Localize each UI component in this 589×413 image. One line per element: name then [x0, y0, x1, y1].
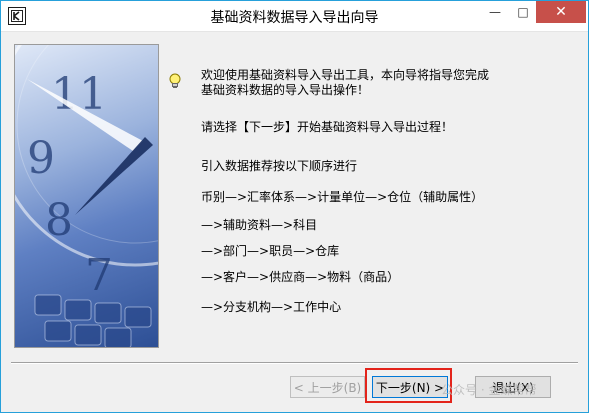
maximize-icon: □: [517, 5, 529, 19]
welcome-text-line2: 基础资料数据的导入导出操作！: [201, 83, 370, 97]
order-step-3: —>部门—>职员—>仓库: [201, 244, 340, 258]
order-step-2: —>辅助资料—>科目: [201, 218, 318, 232]
button-separator: [11, 362, 578, 364]
minimize-button[interactable]: —: [482, 1, 508, 23]
wizard-content: 11 9 8 7 欢迎使用基础资料导入导出工具，本向导将指导您完成 基础资料数据…: [2, 32, 587, 352]
minimize-icon: —: [489, 5, 501, 19]
order-step-1: 币别—>汇率体系—>计量单位—>仓位（辅助属性）: [201, 190, 484, 204]
title-bar[interactable]: 基础资料数据导入导出向导 — □ ✕: [1, 1, 588, 32]
welcome-text-line1: 欢迎使用基础资料导入导出工具，本向导将指导您完成: [201, 68, 490, 82]
clock-keyboard-image: 11 9 8 7: [14, 44, 159, 348]
close-button[interactable]: ✕: [536, 1, 586, 23]
prev-button[interactable]: < 上一步(B): [290, 376, 365, 398]
svg-text:9: 9: [27, 133, 55, 184]
maximize-button[interactable]: □: [510, 1, 536, 23]
svg-text:7: 7: [85, 250, 113, 301]
order-step-5: —>分支机构—>工作中心: [201, 300, 342, 314]
close-icon: ✕: [555, 4, 567, 20]
svg-text:8: 8: [45, 195, 73, 246]
wizard-window: 基础资料数据导入导出向导 — □ ✕ 11 9 8 7 欢迎使用基础资料导入导出…: [0, 0, 589, 413]
order-intro-text: 引入数据推荐按以下顺序进行: [201, 159, 358, 173]
lightbulb-icon: [168, 73, 182, 89]
instruction-text: 请选择【下一步】开始基础资料导入导出过程！: [201, 120, 454, 134]
order-step-4: —>客户—>供应商—>物料（商品）: [201, 270, 400, 284]
next-button-highlight: [365, 368, 452, 403]
watermark: 公众号 · 金蝶帮帮: [441, 383, 537, 397]
